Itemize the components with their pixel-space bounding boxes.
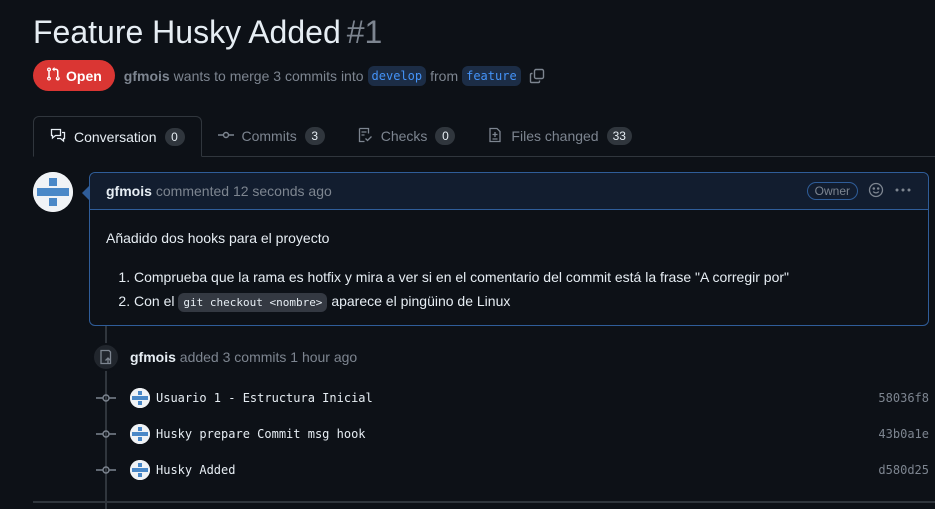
tab-conversation-count: 0 (164, 127, 185, 146)
list-item-text: Comprueba que la rama es hotfix y mira a… (134, 269, 789, 285)
tab-commits-label: Commits (241, 128, 297, 144)
commit-sha-link[interactable]: 58036f8 (878, 391, 929, 405)
git-commit-icon (96, 390, 116, 406)
timeline-divider (33, 501, 935, 503)
git-commit-icon (96, 462, 116, 478)
owner-badge: Owner (806, 182, 858, 200)
commit-row: Husky Added d580d25 (96, 459, 929, 481)
comment-timestamp-link[interactable]: 12 seconds ago (233, 183, 332, 199)
tab-commits[interactable]: Commits 3 (202, 116, 341, 156)
commit-message-link[interactable]: Usuario 1 - Estructura Inicial (156, 391, 373, 405)
pr-author-link[interactable]: gfmois (124, 68, 170, 84)
pr-state-row: Open gfmois wants to merge 3 commits int… (33, 60, 545, 91)
tab-files-changed-label: Files changed (511, 128, 599, 144)
checklist-icon (357, 127, 373, 146)
git-pull-request-icon (45, 66, 61, 85)
tab-conversation[interactable]: Conversation 0 (33, 116, 202, 157)
avatar[interactable] (130, 460, 150, 480)
kebab-horizontal-icon[interactable] (894, 182, 912, 201)
smiley-icon[interactable] (868, 182, 884, 201)
commit-sha-link[interactable]: d580d25 (878, 463, 929, 477)
commit-message-link[interactable]: Husky prepare Commit msg hook (156, 427, 366, 441)
list-item-after: aparece el pingüino de Linux (331, 293, 511, 309)
git-commit-icon (217, 127, 234, 146)
commit-row: Usuario 1 - Estructura Inicial 58036f8 (96, 387, 929, 409)
copy-icon[interactable] (529, 68, 545, 84)
git-commit-icon (96, 426, 116, 442)
tab-conversation-label: Conversation (74, 128, 157, 145)
tab-checks-count: 0 (435, 127, 456, 145)
event-author-link[interactable]: gfmois (130, 349, 176, 365)
head-branch[interactable]: feature (462, 65, 521, 86)
avatar[interactable] (130, 424, 150, 444)
comment-discussion-icon (50, 127, 66, 146)
pr-number: #1 (346, 14, 383, 50)
open-status-label: Open (66, 67, 102, 84)
file-diff-icon (487, 127, 503, 146)
commit-row: Husky prepare Commit msg hook 43b0a1e (96, 423, 929, 445)
comment-intro: Añadido dos hooks para el proyecto (106, 230, 330, 246)
pr-title-text: Feature Husky Added (33, 14, 341, 50)
list-item-before: Con el (134, 293, 175, 309)
commit-sha-link[interactable]: 43b0a1e (878, 427, 929, 441)
tab-checks-label: Checks (380, 128, 428, 144)
base-branch[interactable]: develop (367, 65, 427, 86)
avatar[interactable] (130, 388, 150, 408)
commit-message-link[interactable]: Husky Added (156, 463, 235, 477)
comment-list: Comprueba que la rama es hotfix y mira a… (106, 265, 912, 315)
comment-body: Añadido dos hooks para el proyecto Compr… (90, 210, 928, 335)
list-item: Con el git checkout <nombre> aparece el … (134, 289, 912, 315)
comment-action: commented (155, 183, 230, 199)
tab-files-changed-count: 33 (606, 127, 632, 145)
tab-checks[interactable]: Checks 0 (341, 116, 472, 156)
tab-commits-count: 3 (304, 127, 325, 145)
avatar[interactable] (33, 172, 73, 212)
commits-event-text: gfmois added 3 commits 1 hour ago (130, 349, 357, 365)
event-description: added 3 commits 1 hour ago (179, 349, 358, 365)
commits-event: gfmois added 3 commits 1 hour ago (92, 343, 357, 371)
from-text: from (430, 67, 459, 84)
comment-box: gfmois commented 12 seconds ago Owner Añ… (82, 172, 929, 326)
tab-files-changed[interactable]: Files changed 33 (471, 116, 648, 156)
pr-tabs: Conversation 0 Commits 3 Checks 0 Files … (33, 116, 935, 157)
list-item: Comprueba que la rama es hotfix y mira a… (134, 265, 912, 289)
comment-author-link[interactable]: gfmois (106, 183, 152, 199)
inline-code: git checkout <nombre> (178, 293, 328, 312)
repo-push-icon (92, 343, 120, 371)
pr-title: Feature Husky Added #1 (33, 14, 382, 51)
merge-text: wants to merge 3 commits into (173, 67, 364, 84)
comment-header: gfmois commented 12 seconds ago Owner (90, 173, 928, 210)
open-status-badge: Open (33, 60, 115, 91)
